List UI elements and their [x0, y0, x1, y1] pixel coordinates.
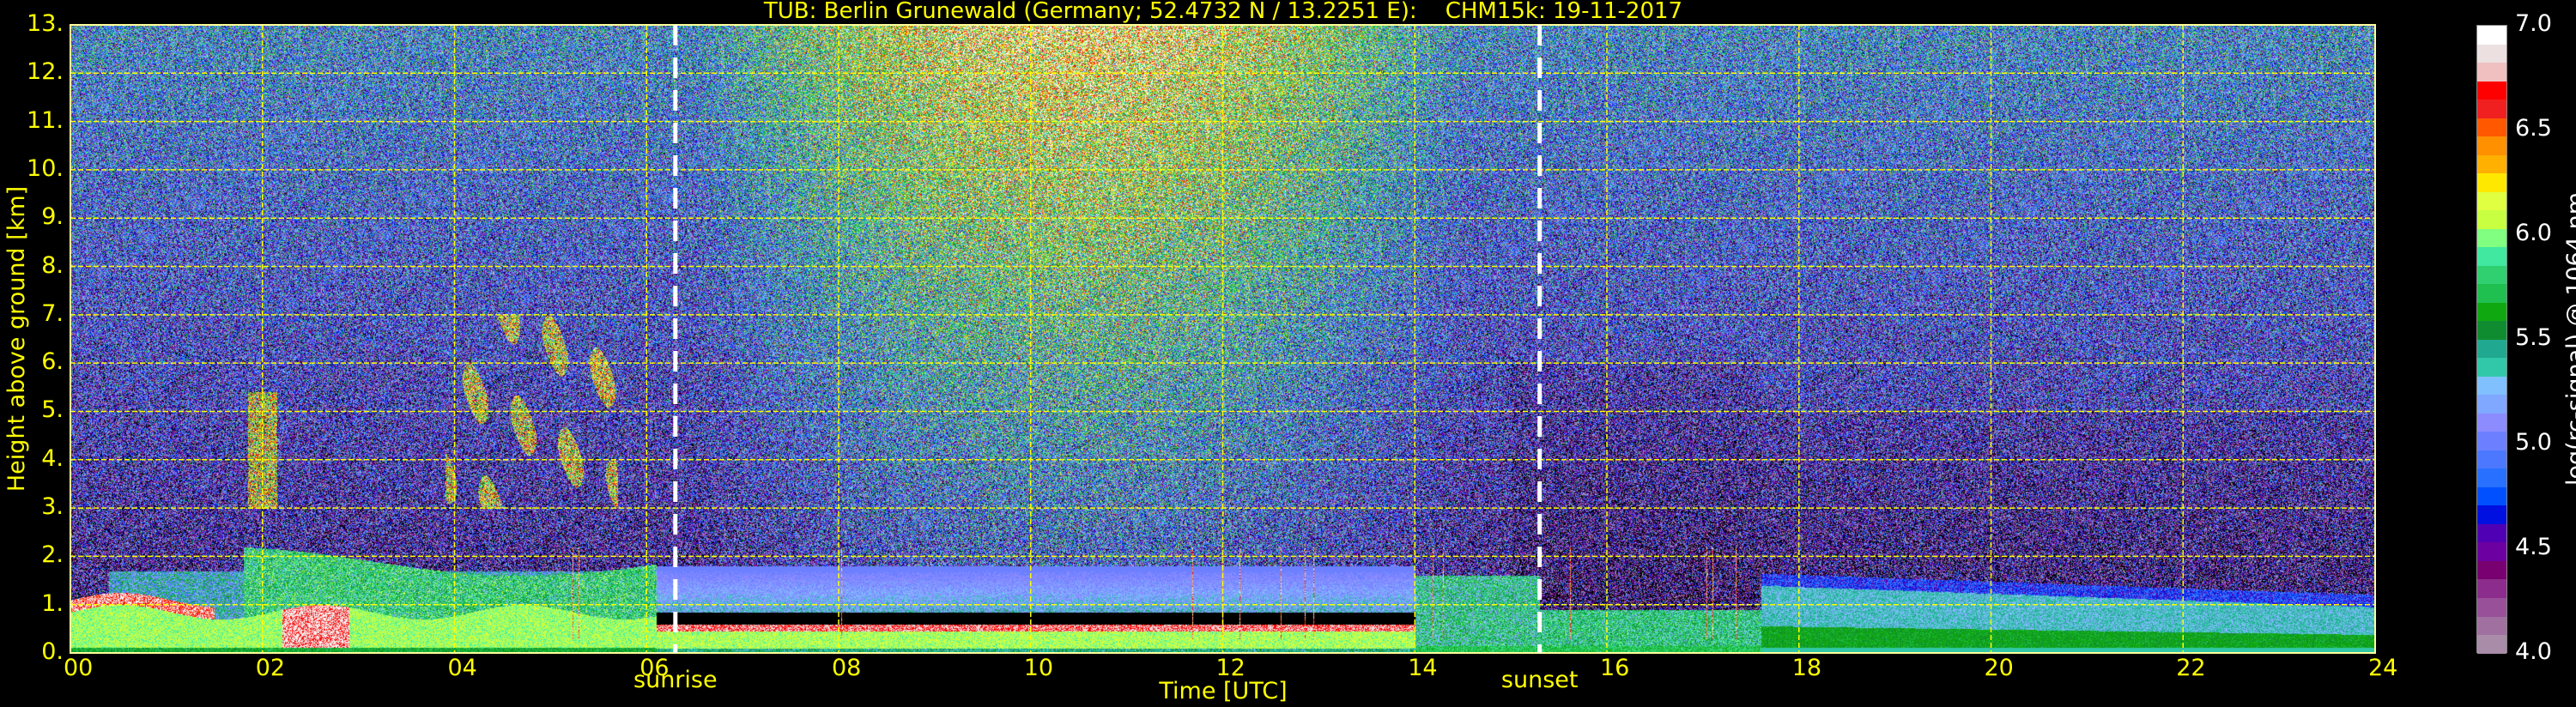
y-tick-label: 10.	[27, 154, 64, 182]
colorbar-swatch	[2477, 597, 2506, 617]
x-tick-label: 10	[1023, 655, 1054, 681]
colorbar-swatch	[2477, 247, 2506, 266]
colorbar-swatch	[2477, 210, 2506, 229]
colorbar-swatch	[2477, 284, 2506, 303]
x-tick-label: 18	[1791, 655, 1822, 681]
colorbar-swatch	[2477, 302, 2506, 322]
colorbar-swatch	[2477, 44, 2506, 63]
x-tick-label: 14	[1408, 655, 1438, 681]
colorbar-label: log(rc-signal) @ 1064 nm	[2562, 191, 2576, 486]
colorbar-tick-label: 7.0	[2515, 10, 2552, 37]
colorbar-tick-label: 4.5	[2515, 534, 2552, 560]
colorbar-swatch	[2477, 173, 2506, 192]
colorbar-swatch	[2477, 468, 2506, 487]
x-tick-label: 00	[64, 655, 94, 681]
y-tick-label: 0.	[41, 638, 64, 665]
colorbar-swatch	[2477, 118, 2506, 137]
x-tick-label: 02	[255, 655, 286, 681]
colorbar-swatch	[2477, 265, 2506, 285]
colorbar-swatch	[2477, 339, 2506, 359]
y-tick-label: 12.	[27, 58, 64, 86]
colorbar-swatch	[2477, 358, 2506, 377]
sunset-label: sunset	[1500, 667, 1579, 693]
colorbar-swatch	[2477, 81, 2506, 100]
colorbar-swatch	[2477, 63, 2506, 82]
colorbar-swatch	[2477, 432, 2506, 450]
y-tick-label: 3.	[41, 493, 64, 521]
colorbar-swatch	[2477, 523, 2506, 543]
grid-overlay	[70, 24, 2376, 654]
colorbar-swatch	[2477, 321, 2506, 340]
sunrise-label: sunrise	[633, 667, 718, 693]
y-axis-label: Height above ground [km]	[3, 185, 30, 492]
colorbar-swatch	[2477, 560, 2506, 580]
chart-title: TUB: Berlin Grunewald (Germany; 52.4732 …	[763, 0, 1683, 24]
colorbar-tick-label: 6.0	[2515, 220, 2552, 246]
colorbar-swatch	[2477, 136, 2506, 155]
colorbar-swatch	[2477, 191, 2506, 211]
colorbar-swatch	[2477, 413, 2506, 432]
colorbar-swatch	[2477, 228, 2506, 248]
colorbar-swatch	[2477, 26, 2506, 45]
y-tick-label: 13.	[27, 10, 64, 37]
x-tick-label: 08	[832, 655, 862, 681]
plot-area	[70, 24, 2376, 654]
colorbar-tick-label: 4.0	[2515, 638, 2552, 665]
colorbar-swatch	[2477, 486, 2506, 506]
x-tick-label: 20	[1984, 655, 2014, 681]
colorbar-swatch	[2477, 450, 2506, 469]
colorbar-swatch	[2477, 505, 2506, 524]
colorbar-swatch	[2477, 635, 2506, 654]
colorbar-swatch	[2477, 154, 2506, 174]
colorbar-swatch	[2477, 376, 2506, 396]
colorbar	[2476, 25, 2507, 654]
x-tick-label: 24	[2368, 655, 2398, 681]
y-tick-label: 2.	[41, 541, 64, 569]
y-tick-label: 1.	[41, 589, 64, 617]
colorbar-swatch	[2477, 395, 2506, 414]
colorbar-swatch	[2477, 100, 2506, 118]
colorbar-swatch	[2477, 579, 2506, 598]
colorbar-tick-label: 5.5	[2515, 324, 2552, 351]
colorbar-swatch	[2477, 542, 2506, 561]
y-tick-label: 11.	[27, 106, 64, 134]
x-tick-label: 04	[447, 655, 477, 681]
colorbar-swatch	[2477, 616, 2506, 636]
colorbar-tick-label: 6.5	[2515, 115, 2552, 142]
colorbar-tick-label: 5.0	[2515, 429, 2552, 456]
x-tick-label: 22	[2176, 655, 2206, 681]
x-axis-label: Time [UTC]	[1159, 678, 1288, 704]
